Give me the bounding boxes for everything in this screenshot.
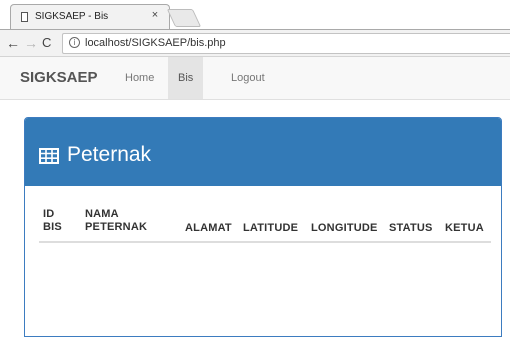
tab-title: SIGKSAEP - Bis (35, 11, 109, 22)
url-text[interactable]: localhost/SIGKSAEP/bis.php (85, 37, 226, 49)
forward-arrow-icon[interactable]: → (24, 35, 38, 51)
column-header-longitude[interactable]: LONGITUDE (311, 222, 378, 235)
address-bar[interactable]: i localhost/SIGKSAEP/bis.php (62, 33, 510, 54)
tab-strip: SIGKSAEP - Bis × (0, 0, 510, 30)
nav-link-logout[interactable]: Logout (221, 57, 275, 99)
page-icon (21, 12, 28, 22)
close-tab-icon[interactable]: × (149, 9, 161, 21)
column-header-latitude[interactable]: LATITUDE (243, 222, 298, 235)
column-header-line: ID (43, 208, 55, 220)
nav-link-home[interactable]: Home (115, 57, 164, 99)
column-header-alamat[interactable]: ALAMAT (185, 222, 232, 235)
brand-logo[interactable]: SIGKSAEP (20, 69, 98, 86)
table-icon (39, 148, 59, 164)
site-navbar: SIGKSAEP Home Bis Logout (0, 57, 510, 100)
browser-toolbar: ← → C i localhost/SIGKSAEP/bis.php (0, 29, 510, 57)
column-header-status[interactable]: STATUS (389, 222, 433, 235)
panel-heading: Peternak (25, 118, 501, 186)
column-header-line: BIS (43, 221, 62, 233)
nav-link-bis[interactable]: Bis (168, 57, 204, 99)
column-header-nama-peternak[interactable]: NAMA PETERNAK (85, 208, 165, 234)
column-header-line: NAMA (85, 208, 119, 220)
new-tab-button[interactable] (166, 9, 202, 27)
info-icon[interactable]: i (69, 37, 80, 48)
column-header-ketua[interactable]: KETUA (445, 222, 484, 235)
back-arrow-icon[interactable]: ← (6, 35, 20, 51)
column-header-id-bis[interactable]: ID BIS (43, 208, 73, 234)
reload-icon[interactable]: C (42, 35, 51, 51)
browser-tab[interactable]: SIGKSAEP - Bis × (10, 4, 170, 30)
table-header-divider (39, 241, 491, 243)
column-header-line: PETERNAK (85, 221, 148, 233)
peternak-panel: Peternak ID BIS NAMA PETERNAK ALAMAT LAT… (24, 117, 502, 337)
panel-title: Peternak (67, 143, 152, 166)
browser-window: SIGKSAEP - Bis × ← → C i localhost/SIGKS… (0, 0, 510, 337)
